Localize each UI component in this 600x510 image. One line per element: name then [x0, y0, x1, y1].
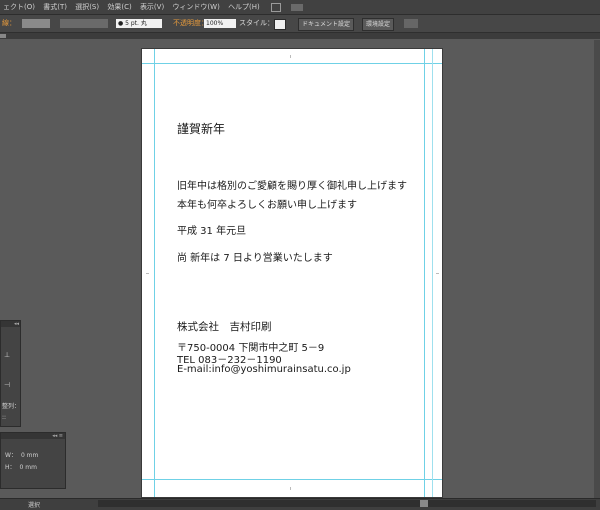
menu-bar: ェクト(O) 書式(T) 選択(S) 効果(C) 表示(V) ウィンドウ(W) … — [0, 0, 600, 15]
menu-object[interactable]: ェクト(O) — [0, 0, 38, 14]
distribute-icon[interactable]: ⊣ — [4, 381, 10, 389]
message-line-1: 旧年中は格別のご愛顧を賜り厚く御礼申し上げます — [177, 181, 407, 192]
height-field[interactable]: 0 mm — [20, 464, 37, 471]
brush-dropdown[interactable]: ● 5 pt. 丸 — [116, 19, 162, 28]
vertical-scrollbar[interactable] — [594, 40, 600, 498]
arrange-icon[interactable] — [404, 19, 418, 28]
width-row: W： 0 mm — [5, 450, 38, 459]
transform-panel: ◂◂ ≡ W： 0 mm H： 0 mm — [0, 432, 66, 489]
menu-effect[interactable]: 効果(C) — [104, 0, 134, 14]
style-swatch[interactable] — [274, 19, 286, 30]
trim-mark-bottom — [290, 487, 291, 490]
guide-left — [154, 49, 155, 497]
width-label: W： — [5, 452, 17, 459]
style-label: スタイル： — [239, 19, 274, 27]
align-vertical-icon[interactable]: ⊥ — [4, 351, 10, 359]
panel-header[interactable]: ◂◂ ≡ — [1, 433, 65, 439]
notice-text: 尚 新年は 7 日より営業いたします — [177, 253, 333, 264]
email-text: E-mail:info@yoshimurainsatu.co.jp — [177, 364, 351, 375]
trim-mark-right — [436, 273, 439, 274]
menu-window[interactable]: ウィンドウ(W) — [169, 0, 222, 14]
document-tab-bar — [0, 33, 600, 39]
variable-width-dropdown[interactable] — [60, 19, 108, 28]
artboard[interactable]: 謹賀新年 旧年中は格別のご愛顧を賜り厚く御礼申し上げます 本年も何卒よろしくお願… — [142, 49, 442, 497]
preferences-button[interactable]: 環境設定 — [362, 18, 395, 31]
stroke-label: 線： — [2, 19, 16, 27]
company-name: 株式会社 吉村印刷 — [177, 321, 272, 333]
guide-right — [424, 49, 425, 497]
align-to-dropdown[interactable]: :: — [2, 414, 6, 421]
document-settings-button[interactable]: ドキュメント設定 — [298, 18, 355, 31]
menu-view[interactable]: 表示(V) — [137, 0, 167, 14]
date-text: 平成 31 年元旦 — [177, 226, 247, 237]
arrange-documents-icon[interactable] — [291, 3, 304, 11]
stroke-color-swatch[interactable] — [22, 19, 50, 28]
opacity-field[interactable]: 100% — [204, 19, 236, 28]
greeting-text: 謹賀新年 — [177, 122, 226, 136]
height-label: H： — [5, 464, 16, 471]
guide-bottom — [142, 479, 442, 480]
align-panel: ◂◂ ⊥ ⊣ 整列： :: — [0, 320, 21, 427]
menu-type[interactable]: 書式(T) — [40, 0, 70, 14]
bridge-icon[interactable] — [271, 2, 282, 12]
height-row: H： 0 mm — [5, 462, 37, 471]
width-field[interactable]: 0 mm — [21, 452, 38, 459]
current-tool: 選択 — [28, 502, 41, 509]
menu-help[interactable]: ヘルプ(H) — [225, 0, 263, 14]
trim-mark-top — [290, 55, 291, 58]
opacity-label: 不透明度： — [173, 19, 208, 27]
guide-right-bleed — [432, 49, 433, 497]
panel-header[interactable]: ◂◂ — [1, 321, 20, 327]
menu-select[interactable]: 選択(S) — [72, 0, 102, 14]
horizontal-scrollbar[interactable] — [98, 500, 596, 507]
message-line-2: 本年も何卒よろしくお願い申し上げます — [177, 200, 357, 211]
trim-mark-left — [146, 273, 149, 274]
document-tab[interactable] — [0, 34, 6, 38]
control-bar: 線： ● 5 pt. 丸 不透明度： 100% スタイル： ドキュメント設定 環… — [0, 15, 600, 33]
scroll-thumb[interactable] — [420, 500, 428, 507]
guide-top — [142, 63, 442, 64]
distribute-label: 整列： — [2, 403, 21, 410]
